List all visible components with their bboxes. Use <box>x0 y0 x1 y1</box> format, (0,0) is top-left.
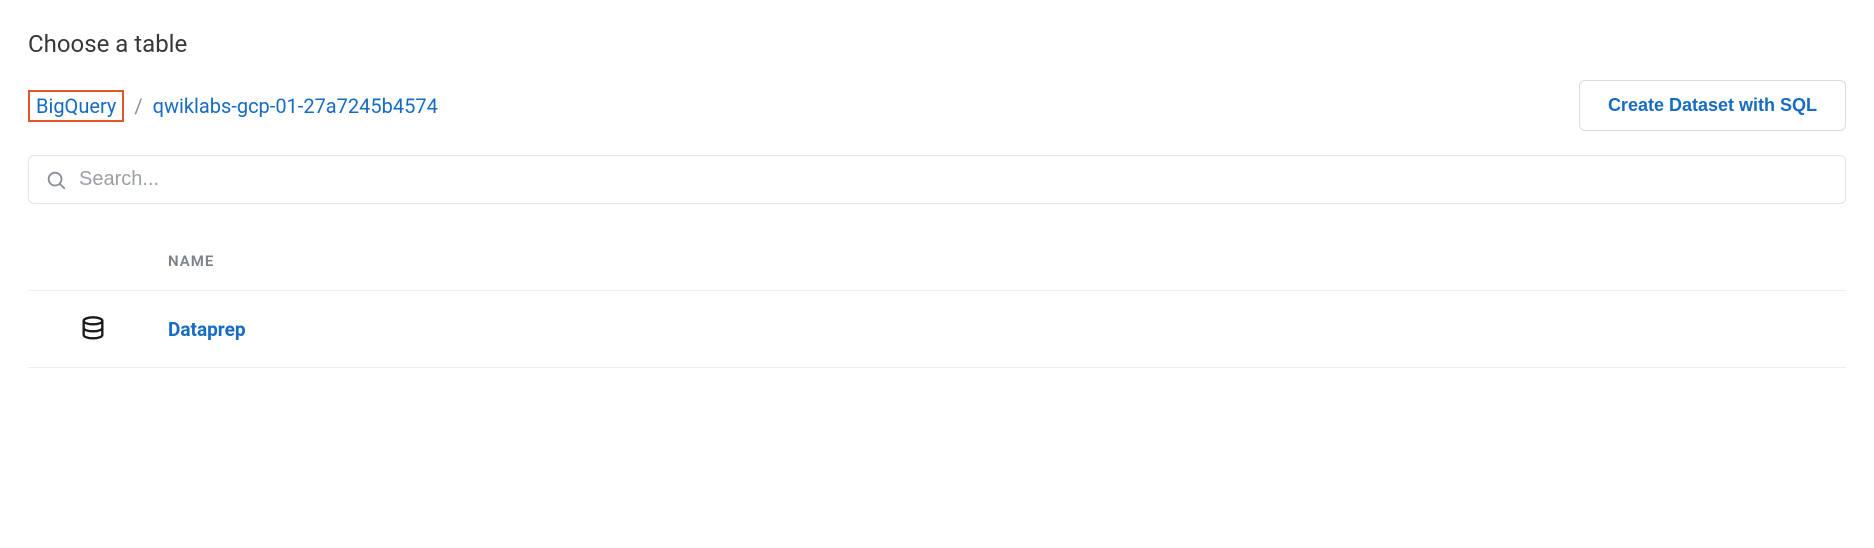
search-icon <box>45 169 67 191</box>
table-row[interactable]: Dataprep <box>28 291 1846 368</box>
search-input[interactable] <box>79 168 1829 191</box>
breadcrumb-current-link[interactable]: qwiklabs-gcp-01-27a7245b4574 <box>153 94 438 118</box>
page-title: Choose a table <box>28 30 1846 58</box>
breadcrumb-separator: / <box>134 94 142 118</box>
database-icon <box>79 315 107 343</box>
breadcrumb-root-highlight: BigQuery <box>28 90 124 122</box>
row-name-label: Dataprep <box>168 318 246 341</box>
row-icon-col <box>28 315 168 343</box>
breadcrumb-root-link[interactable]: BigQuery <box>36 94 116 118</box>
create-dataset-button[interactable]: Create Dataset with SQL <box>1579 80 1846 131</box>
top-row: BigQuery / qwiklabs-gcp-01-27a7245b4574 … <box>28 80 1846 131</box>
breadcrumb: BigQuery / qwiklabs-gcp-01-27a7245b4574 <box>28 90 438 122</box>
column-header-name: NAME <box>28 242 1846 291</box>
search-field-wrap[interactable] <box>28 155 1846 204</box>
